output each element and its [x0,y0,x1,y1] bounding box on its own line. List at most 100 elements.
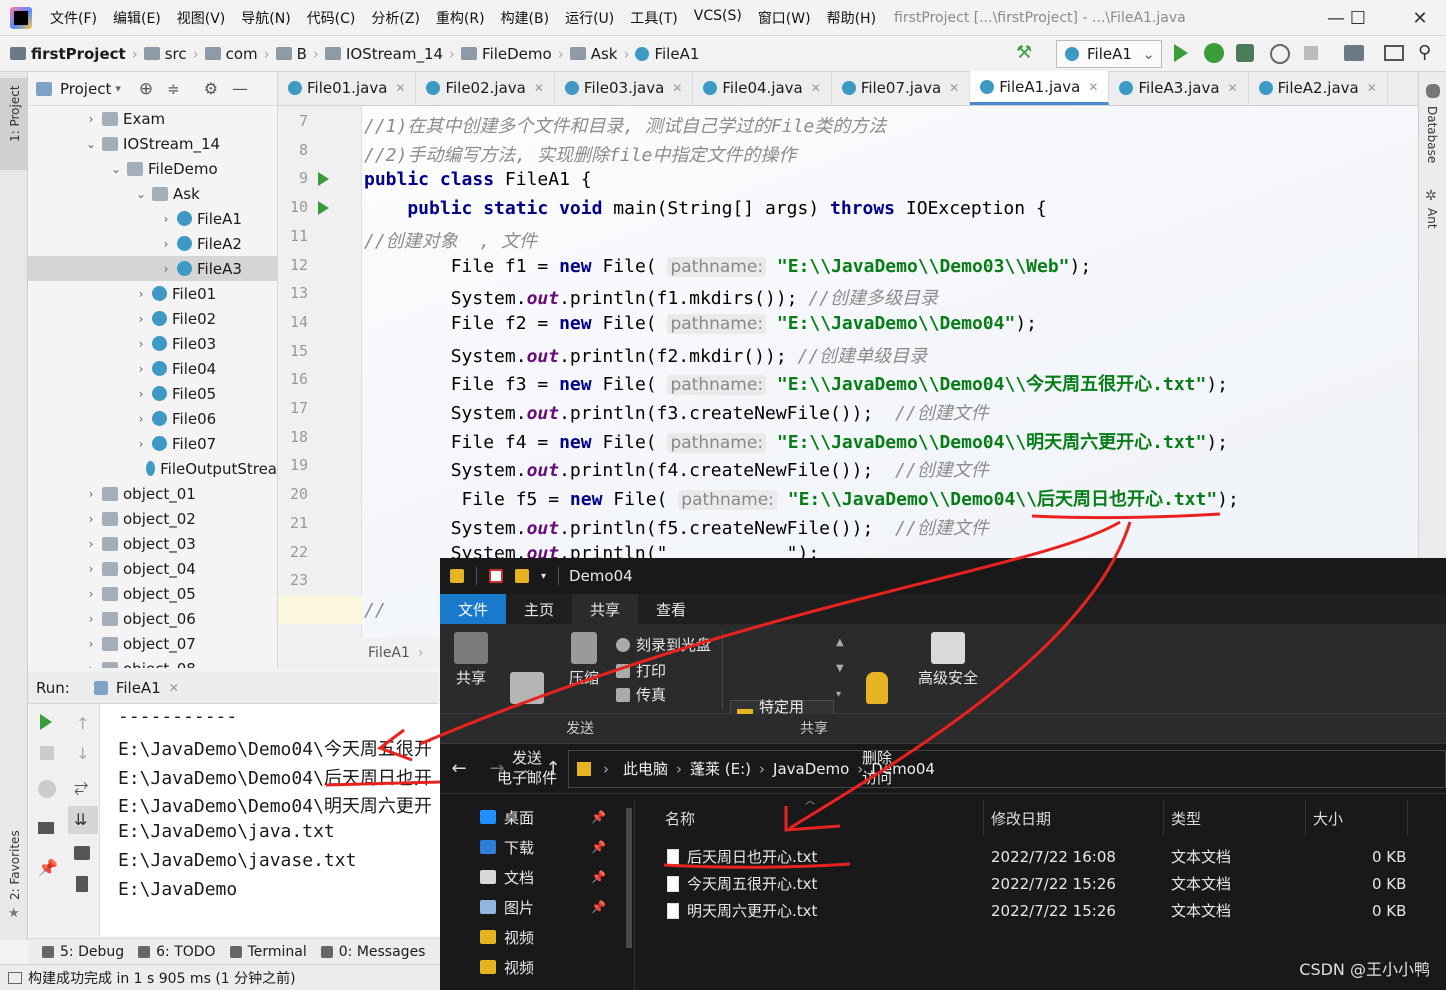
ribbon-tab[interactable]: 共享 [572,594,639,624]
chevron-right-icon[interactable]: › [83,662,99,669]
chevron-down-icon[interactable]: ⌄ [83,137,99,151]
tree-item[interactable]: › File02 [28,306,277,331]
stop-icon[interactable] [1304,46,1318,60]
chevron-right-icon[interactable]: › [83,487,99,501]
tree-item[interactable]: › File04 [28,356,277,381]
chevron-right-icon[interactable]: › [133,337,149,351]
tree-item[interactable]: › File07 [28,431,277,456]
chevron-right-icon[interactable]: › [133,387,149,401]
rerun-icon[interactable] [40,714,52,730]
hide-panel-icon[interactable]: — [232,79,248,98]
tree-item[interactable]: › File06 [28,406,277,431]
chevron-right-icon[interactable]: › [83,112,99,126]
debug-icon[interactable] [1204,43,1224,63]
coverage-icon[interactable] [1236,44,1254,62]
chevron-right-icon[interactable]: › [83,537,99,551]
tree-item[interactable]: › object_02 [28,506,277,531]
advanced-security-button[interactable]: 高级安全 [916,632,980,688]
file-row[interactable]: 今天周五很开心.txt 2022/7/22 15:26 文本文档 0 KB [645,870,1446,897]
menu-item[interactable]: 窗口(W) [750,8,819,28]
ribbon-tab[interactable]: 查看 [638,594,704,624]
chevron-right-icon[interactable]: › [133,312,149,326]
close-icon[interactable]: ✕ [1367,81,1377,95]
chevron-right-icon[interactable]: › [133,412,149,426]
burn-disc-button[interactable]: 刻录到光盘 [616,634,711,655]
collapse-all-icon[interactable]: ≑ [167,80,180,98]
chevron-down-icon[interactable]: ▾ [541,571,546,582]
breadcrumb-item[interactable]: com [201,45,262,63]
tree-item[interactable]: ⌄ FileDemo [28,156,277,181]
close-icon[interactable]: ✕ [534,81,544,95]
menu-item[interactable]: 工具(T) [622,8,685,28]
maximize-button[interactable]: ☐ [1336,0,1380,36]
chevron-down-icon[interactable]: ⌄ [133,187,149,201]
ribbon-tab[interactable]: 文件 [440,594,507,624]
menu-item[interactable]: VCS(S) [686,8,750,28]
tree-item[interactable]: ⌄ IOStream_14 [28,131,277,156]
editor-tab[interactable]: FileA3.java ✕ [1109,71,1249,105]
print-icon[interactable] [74,846,90,860]
editor-breadcrumb-label[interactable]: FileA1 [368,645,410,661]
down-arrow-icon[interactable]: ↓ [76,744,89,763]
tree-item[interactable]: › File01 [28,281,277,306]
tool-window-button[interactable]: 0: Messages [320,944,425,960]
gear-icon[interactable]: ⚙ [204,79,218,98]
chevron-right-icon[interactable]: › [158,237,174,251]
nav-item[interactable]: 视频 [440,922,634,952]
column-divider[interactable] [1305,800,1306,836]
tree-item[interactable]: › FileA3 [28,256,277,281]
close-icon[interactable]: ✕ [1228,81,1238,95]
close-icon[interactable]: ✕ [395,81,405,95]
print-button[interactable]: 打印 [616,660,666,681]
tree-item[interactable]: › Exam [28,106,277,131]
run-gutter-icon[interactable] [318,201,329,216]
chevron-right-icon[interactable]: › [83,512,99,526]
stop-icon[interactable] [40,746,54,760]
favorites-stripe-label[interactable]: 2: Favorites [8,830,22,900]
column-divider[interactable] [1163,800,1164,836]
address-segment[interactable]: 此电脑 [623,758,668,779]
menu-item[interactable]: 编辑(E) [105,8,169,28]
trash-icon[interactable] [76,876,88,892]
breadcrumb-item[interactable]: FileA1 [631,45,703,63]
column-header[interactable]: 类型 [1171,808,1201,829]
file-row[interactable]: 后天周日也开心.txt 2022/7/22 16:08 文本文档 0 KB [645,843,1446,870]
status-window-icon[interactable] [8,971,22,984]
column-header[interactable]: 修改日期 [991,808,1051,829]
up-arrow-icon[interactable]: ↑ [76,714,89,733]
column-header[interactable]: 名称 [665,808,695,829]
run-console[interactable]: ----------- E:\JavaDemo\Demo04\今天周五很开 E:\J… [100,704,440,936]
tree-item[interactable]: › FileA2 [28,231,277,256]
breadcrumb-item[interactable]: IOStream_14 [321,45,447,63]
restore-layout-icon[interactable] [38,780,56,798]
menu-item[interactable]: 运行(U) [557,8,622,28]
editor-tab[interactable]: File01.java ✕ [278,71,417,105]
tree-item[interactable]: FileOutputStrea [28,456,277,481]
breadcrumb-item[interactable]: src [140,45,191,63]
run-tab-fileA1[interactable]: FileA1 [116,679,161,697]
tree-item[interactable]: › FileA1 [28,206,277,231]
tool-window-button[interactable]: Terminal [229,944,307,960]
chevron-right-icon[interactable]: › [83,612,99,626]
close-button[interactable]: ✕ [1398,0,1442,36]
chevron-right-icon[interactable]: › [83,562,99,576]
editor-tab[interactable]: File04.java ✕ [693,71,832,105]
database-stripe-label[interactable]: Database [1425,106,1439,163]
ant-stripe-label[interactable]: Ant [1425,208,1439,229]
breadcrumb-item[interactable]: FileDemo [457,45,556,63]
share-button[interactable]: 共享 [450,632,492,688]
tool-window-button[interactable]: 5: Debug [42,944,124,960]
menu-item[interactable]: 构建(B) [493,8,558,28]
new-folder-icon[interactable] [515,569,529,583]
chevron-down-icon[interactable]: ▾ [115,82,121,95]
nav-item[interactable]: 视频 [440,952,634,982]
soft-wrap-icon[interactable]: ⥂ [74,776,88,797]
column-divider[interactable] [1407,800,1408,836]
tree-item[interactable]: › object_04 [28,556,277,581]
editor-tab[interactable]: FileA1.java ✕ [970,71,1110,105]
menu-item[interactable]: 视图(V) [169,8,234,28]
menu-item[interactable]: 导航(N) [233,8,298,28]
build-hammer-icon[interactable]: ⚒ [1016,42,1038,64]
chevron-right-icon[interactable]: › [133,287,149,301]
address-segment[interactable]: 蓬莱 (E:) [690,758,751,779]
